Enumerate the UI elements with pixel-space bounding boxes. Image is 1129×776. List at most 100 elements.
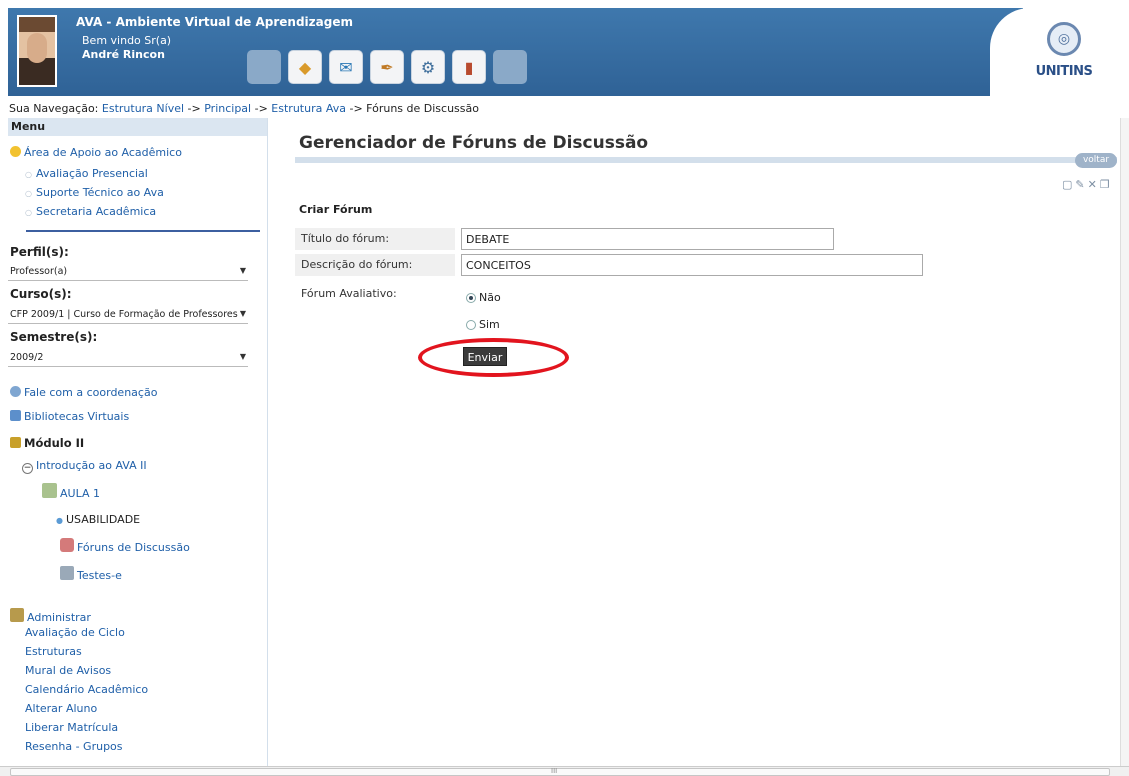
breadcrumb-link-estrutura-ava[interactable]: Estrutura Ava — [271, 102, 346, 115]
admin-item[interactable]: Calendário Acadêmico — [25, 683, 148, 696]
semestre-label: Semestre(s): — [10, 330, 98, 344]
sidebar-support-title[interactable]: Área de Apoio ao Acadêmico — [10, 146, 182, 159]
action-icons: ▢ ✎ ✕ ❐ — [1062, 178, 1110, 191]
sidebar-item-testes[interactable]: Testes-e — [60, 566, 122, 582]
sidebar-item-foruns[interactable]: Fóruns de Discussão — [60, 538, 190, 554]
dropdown-arrow-icon: ▼ — [239, 352, 246, 361]
bullet-icon: ○ — [25, 208, 32, 217]
descricao-input[interactable]: CONCEITOS — [461, 254, 923, 276]
breadcrumb-current: Fóruns de Discussão — [366, 102, 479, 115]
sidebar: Menu Área de Apoio ao Acadêmico ○ Avaliaç… — [8, 118, 268, 766]
new-icon[interactable]: ▢ — [1062, 178, 1072, 191]
perfil-label: Perfil(s): — [10, 245, 69, 259]
administrar-link[interactable]: Administrar — [27, 611, 91, 624]
titulo-label: Título do fórum: — [295, 228, 455, 250]
form-title: Criar Fórum — [299, 203, 373, 216]
radio-nao-button[interactable] — [466, 292, 476, 303]
toolbar: ◆ ✉ ✒ ⚙ ▮ — [247, 50, 527, 84]
folder-icon[interactable]: ◆ — [288, 50, 322, 84]
library-icon — [10, 410, 21, 421]
perfil-select[interactable]: Professor(a) ▼ — [8, 263, 248, 281]
welcome-text: Bem vindo Sr(a) — [82, 34, 172, 47]
collapse-icon: − — [22, 463, 33, 474]
sidebar-item-usabilidade[interactable]: ● USABILIDADE — [56, 513, 140, 526]
admin-item[interactable]: Alterar Aluno — [25, 702, 97, 715]
edit-icon — [42, 483, 57, 498]
delete-icon[interactable]: ✕ — [1088, 178, 1097, 191]
avatar — [17, 15, 57, 87]
forum-icon — [60, 538, 74, 552]
lightbulb-icon — [10, 146, 21, 157]
module-icon — [10, 437, 21, 448]
contact-icon — [10, 386, 21, 397]
breadcrumb-link-principal[interactable]: Principal — [204, 102, 251, 115]
user-name: André Rincon — [82, 48, 165, 61]
curso-select[interactable]: CFP 2009/1 | Curso de Formação de Profes… — [8, 306, 248, 324]
admin-icon — [10, 608, 24, 622]
unitins-logo: ◎ UNITINS — [1034, 22, 1094, 79]
tools-icon[interactable]: ✒ — [370, 50, 404, 84]
radio-sim[interactable]: Sim — [466, 318, 500, 331]
copy-icon[interactable]: ❐ — [1100, 178, 1110, 191]
bullet-icon: ○ — [25, 189, 32, 198]
introducao-link[interactable]: Introdução ao AVA II — [36, 459, 147, 472]
admin-item[interactable]: Estruturas — [25, 645, 82, 658]
radio-sim-button[interactable] — [466, 319, 476, 330]
highlight-ellipse — [418, 338, 569, 377]
dropdown-arrow-icon: ▼ — [239, 266, 246, 275]
vertical-scrollbar[interactable] — [1120, 118, 1129, 766]
scrollbar-grip: III — [551, 767, 558, 775]
page-title: Gerenciador de Fóruns de Discussão — [299, 133, 649, 153]
sidebar-item-avaliacao-presencial[interactable]: ○ Avaliação Presencial — [25, 167, 148, 180]
sidebar-item-modulo[interactable]: Módulo II — [10, 436, 84, 450]
sidebar-item-secretaria[interactable]: ○ Secretaria Acadêmica — [25, 205, 156, 218]
avaliativo-label: Fórum Avaliativo: — [301, 287, 397, 300]
fale-link[interactable]: Fale com a coordenação — [24, 386, 157, 399]
breadcrumb-separator: -> — [187, 102, 201, 115]
semestre-select[interactable]: 2009/2 ▼ — [8, 349, 248, 367]
testes-link[interactable]: Testes-e — [77, 569, 122, 582]
horizontal-scrollbar[interactable]: III — [0, 766, 1129, 776]
header: AVA - Ambiente Virtual de Aprendizagem B… — [0, 0, 1129, 98]
title-underline — [295, 157, 1117, 163]
breadcrumb-link-estrutura-nivel[interactable]: Estrutura Nível — [102, 102, 184, 115]
sidebar-item-introducao[interactable]: − Introdução ao AVA II — [22, 459, 147, 474]
admin-item[interactable]: Mural de Avisos — [25, 664, 111, 677]
edit-icon[interactable]: ✎ — [1075, 178, 1084, 191]
welcome-block: Bem vindo Sr(a) André Rincon — [82, 34, 171, 62]
breadcrumb-prefix: Sua Navegação: — [9, 102, 99, 115]
dropdown-arrow-icon: ▼ — [239, 309, 246, 318]
test-icon — [60, 566, 74, 580]
radio-sim-label: Sim — [479, 318, 500, 331]
curso-label: Curso(s): — [10, 287, 72, 301]
radio-nao[interactable]: Não — [466, 291, 501, 304]
bullet-icon: ○ — [25, 170, 32, 179]
admin-item[interactable]: Liberar Matrícula — [25, 721, 118, 734]
breadcrumb: Sua Navegação: Estrutura Nível -> Princi… — [9, 102, 479, 115]
voltar-button[interactable]: voltar — [1075, 153, 1117, 168]
aula-link[interactable]: AULA 1 — [60, 487, 100, 500]
radio-nao-label: Não — [479, 291, 501, 304]
breadcrumb-separator: -> — [254, 102, 268, 115]
sidebar-item-bibliotecas[interactable]: Bibliotecas Virtuais — [10, 410, 129, 423]
settings-icon[interactable]: ⚙ — [411, 50, 445, 84]
admin-item[interactable]: Avaliação de Ciclo — [25, 626, 125, 639]
scrollbar-thumb[interactable]: III — [10, 767, 1110, 776]
admin-item[interactable]: Resenha - Grupos — [25, 740, 123, 753]
sidebar-link-area-apoio[interactable]: Área de Apoio ao Acadêmico — [24, 146, 182, 159]
titulo-input[interactable]: DEBATE — [461, 228, 834, 250]
toolbar-blank-button — [493, 50, 527, 84]
bibliotecas-link[interactable]: Bibliotecas Virtuais — [24, 410, 129, 423]
toolbar-blank-button — [247, 50, 281, 84]
descricao-label: Descrição do fórum: — [295, 254, 455, 276]
menu-heading: Menu — [8, 118, 267, 136]
sidebar-item-aula[interactable]: AULA 1 — [42, 483, 100, 500]
sidebar-item-administrar[interactable]: Administrar — [10, 608, 91, 624]
sidebar-divider — [26, 230, 260, 232]
sidebar-item-fale[interactable]: Fale com a coordenação — [10, 386, 157, 399]
books-icon[interactable]: ▮ — [452, 50, 486, 84]
foruns-link[interactable]: Fóruns de Discussão — [77, 541, 190, 554]
sidebar-item-suporte-tecnico[interactable]: ○ Suporte Técnico ao Ava — [25, 186, 164, 199]
mail-icon[interactable]: ✉ — [329, 50, 363, 84]
logo-icon: ◎ — [1047, 22, 1081, 56]
